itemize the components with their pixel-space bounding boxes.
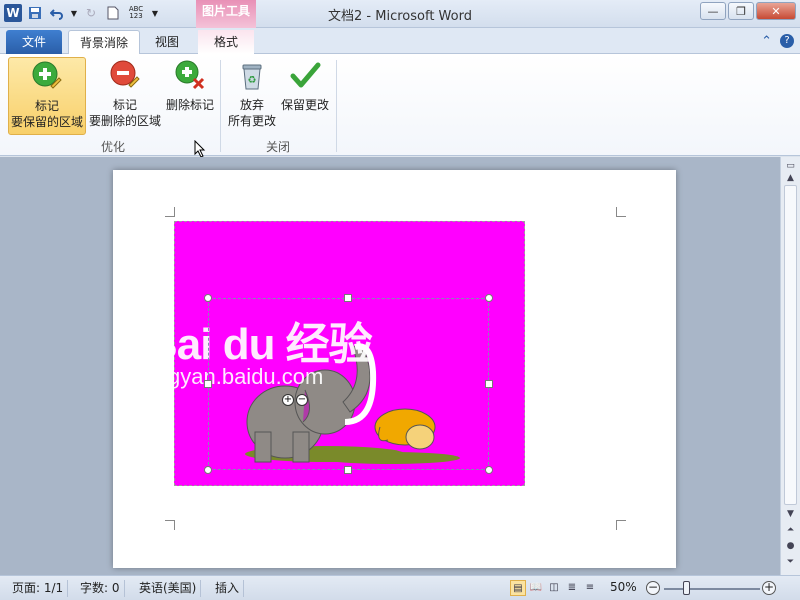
window-title: 文档2 - Microsoft Word xyxy=(328,9,472,24)
web-layout-icon[interactable]: ◫ xyxy=(546,580,562,596)
next-page-icon[interactable]: ⏷ xyxy=(783,555,798,569)
keep-area-selection-box[interactable] xyxy=(208,298,489,470)
tab-view[interactable]: 视图 xyxy=(146,30,188,54)
full-screen-reading-icon[interactable]: 📖 xyxy=(528,580,544,596)
delete-mark-label: 删除标记 xyxy=(165,98,214,112)
discard-line2: 所有更改 xyxy=(227,114,276,128)
tab-format[interactable]: 格式 xyxy=(198,30,254,54)
word-count[interactable]: 字数: 0 xyxy=(76,580,125,597)
minimize-button[interactable]: — xyxy=(700,2,726,20)
delete-mark-icon xyxy=(174,59,206,91)
resize-handle-left[interactable] xyxy=(204,380,212,388)
previous-page-icon[interactable]: ⏶ xyxy=(783,523,798,537)
keep-changes-label: 保留更改 xyxy=(280,98,329,112)
recycle-bin-icon: ♻ xyxy=(236,59,268,91)
mouse-pointer-icon xyxy=(194,140,206,158)
resize-handle-top-right[interactable] xyxy=(485,294,493,302)
tab-background-removal[interactable]: 背景消除 xyxy=(68,30,140,54)
margin-mark-bottom-right xyxy=(616,520,626,530)
discard-line1: 放弃 xyxy=(239,98,264,112)
scroll-thumb[interactable] xyxy=(784,185,797,505)
resize-handle-top-left[interactable] xyxy=(204,294,212,302)
outline-icon[interactable]: ≣ xyxy=(564,580,580,596)
mark-remove-line1: 标记 xyxy=(112,98,137,112)
discard-all-changes-button[interactable]: ♻ 放弃 所有更改 xyxy=(226,57,278,135)
keep-changes-button[interactable]: 保留更改 xyxy=(280,57,330,135)
mark-areas-to-remove-button[interactable]: 标记 要删除的区域 xyxy=(88,57,162,135)
zoom-slider-track[interactable] xyxy=(664,588,760,590)
resize-handle-top[interactable] xyxy=(344,294,352,302)
zoom-slider-thumb[interactable] xyxy=(683,581,690,595)
zoom-level[interactable]: 50% xyxy=(610,580,637,594)
title-bar: W ▼ ↻ ABC 123 ▼ 图片工具 文档2 - Microsoft Wor… xyxy=(0,0,800,28)
minus-pencil-icon xyxy=(109,59,141,91)
ribbon-right-controls: ⌃ ? xyxy=(761,34,794,49)
page-count[interactable]: 页面: 1/1 xyxy=(8,580,69,597)
group-separator xyxy=(336,60,337,152)
scroll-up-icon[interactable]: ▲ xyxy=(783,171,798,185)
group-separator xyxy=(220,60,221,152)
mark-keep-line2: 要保留的区域 xyxy=(10,115,83,129)
status-bar: 页面: 1/1 字数: 0 英语(美国) 插入 ▤ 📖 ◫ ≣ ≡ 50% − … xyxy=(0,575,800,600)
scroll-down-icon[interactable]: ▼ xyxy=(783,507,798,521)
mark-remove-line2: 要删除的区域 xyxy=(88,114,161,128)
checkmark-icon xyxy=(289,59,321,91)
zoom-in-button[interactable]: + xyxy=(762,581,776,595)
resize-handle-bottom-left[interactable] xyxy=(204,466,212,474)
restore-button[interactable]: ❐ xyxy=(728,2,754,20)
group-label-close: 关闭 xyxy=(265,140,290,154)
zoom-out-button[interactable]: − xyxy=(646,581,660,595)
delete-mark-button[interactable]: 删除标记 xyxy=(163,57,217,135)
resize-handle-right[interactable] xyxy=(485,380,493,388)
help-icon[interactable]: ? xyxy=(780,34,794,48)
resize-handle-bottom-right[interactable] xyxy=(485,466,493,474)
margin-mark-top-left xyxy=(165,207,175,217)
plus-pencil-icon xyxy=(31,60,63,92)
vertical-scrollbar[interactable]: ▭ ▲ ▼ ⏶ ● ⏷ xyxy=(780,157,800,575)
insert-mode-indicator[interactable]: 插入 xyxy=(211,580,245,597)
minimize-ribbon-icon[interactable]: ⌃ xyxy=(761,34,772,49)
close-button[interactable]: ✕ xyxy=(756,2,796,20)
margin-mark-bottom-left xyxy=(165,520,175,530)
tab-file[interactable]: 文件 xyxy=(6,30,62,54)
svg-text:♻: ♻ xyxy=(248,75,257,86)
window-controls: — ❐ ✕ xyxy=(700,2,796,20)
ribbon-panel: 标记 要保留的区域 标记 要删除的区域 删除标记 ♻ 放弃 所有更改 保留更改 … xyxy=(0,54,800,156)
resize-handle-bottom[interactable] xyxy=(344,466,352,474)
mark-keep-line1: 标记 xyxy=(34,99,59,113)
browse-object-icon[interactable]: ● xyxy=(783,539,798,553)
language-indicator[interactable]: 英语(美国) xyxy=(135,580,202,597)
view-buttons: ▤ 📖 ◫ ≣ ≡ xyxy=(510,580,598,596)
draft-icon[interactable]: ≡ xyxy=(582,580,598,596)
ribbon-tabs: 文件 背景消除 视图 格式 ⌃ ? xyxy=(0,28,800,54)
print-layout-icon[interactable]: ▤ xyxy=(510,580,526,596)
group-label-refine: 优化 xyxy=(100,140,125,154)
margin-mark-top-right xyxy=(616,207,626,217)
mark-areas-to-keep-button[interactable]: 标记 要保留的区域 xyxy=(8,57,86,135)
